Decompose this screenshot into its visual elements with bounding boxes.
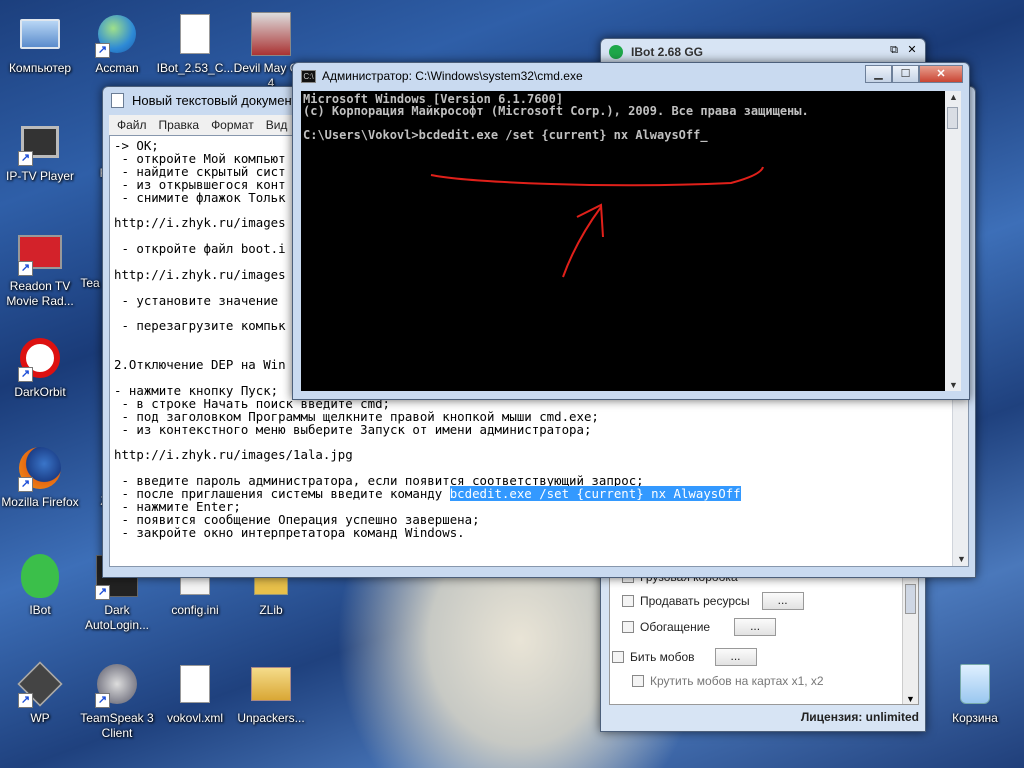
desktop-icon-monitor[interactable]: ↗ Readon TV Movie Rad... xyxy=(0,228,81,309)
ibot-option-label: Бить мобов xyxy=(630,650,695,664)
wp-icon: ↗ xyxy=(16,660,64,708)
text-line: - из контекстного меню выберите Запуск о… xyxy=(114,421,592,437)
cmd-scrollbar[interactable]: ▲ ▼ xyxy=(945,91,961,391)
prohibited-icon: ↗ xyxy=(16,334,64,382)
desktop-icon-document[interactable]: IBot_2.53_C... xyxy=(154,10,236,76)
desktop-icon-label: Accman xyxy=(95,61,139,75)
ibot-scrollbar[interactable]: ▼ xyxy=(902,576,918,704)
desktop-icon-label: IBot xyxy=(29,603,51,617)
menu-item[interactable]: Вид xyxy=(266,115,288,135)
menu-item[interactable]: Файл xyxy=(117,115,147,135)
menu-item[interactable]: Правка xyxy=(159,115,200,135)
desktop-icon-accman[interactable]: ↗ Accman xyxy=(76,10,158,76)
cmd-window[interactable]: C:\ Администратор: C:\Windows\system32\c… xyxy=(292,62,970,400)
ibot-app-icon xyxy=(609,45,623,59)
settings-button[interactable]: ... xyxy=(734,618,777,636)
license-value: unlimited xyxy=(865,710,919,724)
scroll-up-icon[interactable]: ▲ xyxy=(949,92,958,102)
shortcut-arrow-icon: ↗ xyxy=(18,151,33,166)
maximize-button[interactable]: ☐ xyxy=(892,65,919,83)
ibot-option-label: Продавать ресурсы xyxy=(640,594,750,608)
accman-icon: ↗ xyxy=(93,10,141,58)
firefox-icon: ↗ xyxy=(16,444,64,492)
shortcut-arrow-icon: ↗ xyxy=(18,693,33,708)
desktop-icon-label: Dark AutoLogin... xyxy=(84,603,150,632)
desktop-icon-firefox[interactable]: ↗ Mozilla Firefox xyxy=(0,444,81,510)
document-icon xyxy=(171,10,219,58)
ibot-option[interactable]: Бить мобов... xyxy=(612,648,757,666)
desktop-icon-label: config.ini xyxy=(171,603,219,617)
partial-icon-label: Tea xyxy=(80,276,100,290)
desktop-icon-prohibited[interactable]: ↗ DarkOrbit xyxy=(0,334,81,400)
ibot-close-button[interactable]: ✕ xyxy=(903,42,921,58)
monitor-icon: ↗ xyxy=(16,228,64,276)
text-line: http://i.zhyk.ru/images/1ala.jpg xyxy=(114,447,353,463)
desktop-icon-folder[interactable]: Unpackers... xyxy=(230,660,312,726)
desktop-icon-wp[interactable]: ↗ WP xyxy=(0,660,81,726)
text-line: - закройте окно интерпретатора команд Wi… xyxy=(114,524,465,540)
desktop-icon-teamspeak[interactable]: ↗ TeamSpeak 3 Client xyxy=(76,660,158,741)
ibot-option[interactable]: Продавать ресурсы... xyxy=(622,592,804,610)
minimize-button[interactable]: ▁ xyxy=(865,65,892,83)
license-bar: Лицензия: unlimited xyxy=(601,707,925,727)
ibot-panel: Грузовая коробкаПродавать ресурсы...Обог… xyxy=(609,570,919,705)
cmd-console[interactable]: Microsoft Windows [Version 6.1.7600] (c) … xyxy=(301,91,961,391)
ibot-option-label: Обогащение xyxy=(640,620,711,634)
desktop-icon-label: Mozilla Firefox xyxy=(1,495,79,509)
desktop-icon-label: IBot_2.53_C... xyxy=(156,61,234,75)
ibot-option-label: Крутить мобов на картах x1, x2 xyxy=(650,674,824,688)
shortcut-arrow-icon: ↗ xyxy=(18,367,33,382)
game-icon xyxy=(247,10,295,58)
desktop-icon-xml[interactable]: vokovl.xml xyxy=(154,660,236,726)
ibot-option[interactable]: Крутить мобов на картах x1, x2 xyxy=(632,674,824,688)
menu-item[interactable]: Формат xyxy=(211,115,254,135)
scroll-down-icon[interactable]: ▼ xyxy=(906,694,915,704)
checkbox[interactable] xyxy=(612,651,624,663)
computer-icon xyxy=(16,10,64,58)
shortcut-arrow-icon: ↗ xyxy=(95,693,110,708)
ibot-option[interactable]: Обогащение... xyxy=(622,618,777,636)
notepad-icon xyxy=(111,92,124,108)
cmd-title: Администратор: C:\Windows\system32\cmd.e… xyxy=(322,69,583,83)
recycle-bin-icon xyxy=(951,660,999,708)
desktop-icon-tv[interactable]: ↗ IP-TV Player xyxy=(0,118,81,184)
annotation-underline-arrow xyxy=(430,166,764,278)
folder-icon xyxy=(247,660,295,708)
shortcut-arrow-icon: ↗ xyxy=(18,261,33,276)
ibot-title: IBot 2.68 GG xyxy=(631,45,704,59)
desktop-icon-label: vokovl.xml xyxy=(166,711,223,725)
notepad-title: Новый текстовый документ.txt xyxy=(132,92,314,108)
checkbox[interactable] xyxy=(622,621,634,633)
desktop-icon-recycle-bin[interactable]: Корзина xyxy=(934,660,1016,726)
cmd-icon: C:\ xyxy=(301,69,316,83)
license-label: Лицензия: xyxy=(800,710,863,724)
desktop-icon-label: DarkOrbit xyxy=(14,385,66,399)
desktop-icon-label: Unpackers... xyxy=(237,711,305,725)
shortcut-arrow-icon: ↗ xyxy=(95,43,110,58)
desktop-icon-label: ZLib xyxy=(259,603,283,617)
settings-button[interactable]: ... xyxy=(714,648,757,666)
desktop-icon-label: Компьютер xyxy=(8,61,72,75)
selected-text[interactable]: bcdedit.exe /set {current} nx AlwaysOff xyxy=(449,486,741,502)
scroll-down-icon[interactable]: ▼ xyxy=(957,554,966,564)
desktop-icon-alien[interactable]: IBot xyxy=(0,552,81,618)
tv-icon: ↗ xyxy=(16,118,64,166)
scroll-down-icon[interactable]: ▼ xyxy=(949,380,958,390)
shortcut-arrow-icon: ↗ xyxy=(95,585,110,600)
desktop-icon-label: WP xyxy=(30,711,50,725)
shortcut-arrow-icon: ↗ xyxy=(18,477,33,492)
ibot-restore-button[interactable]: ⧉ xyxy=(885,42,903,58)
xml-icon xyxy=(171,660,219,708)
desktop-icon-label: IP-TV Player xyxy=(5,169,74,183)
desktop-icon-computer[interactable]: Компьютер xyxy=(0,10,81,76)
checkbox[interactable] xyxy=(632,675,644,687)
desktop-icon-label: Readon TV Movie Rad... xyxy=(6,279,74,308)
teamspeak-icon: ↗ xyxy=(93,660,141,708)
alien-icon xyxy=(16,552,64,600)
desktop-icon-label: TeamSpeak 3 Client xyxy=(80,711,154,740)
desktop-icon-label: Корзина xyxy=(952,711,998,725)
close-button[interactable]: ✕ xyxy=(919,65,963,83)
checkbox[interactable] xyxy=(622,595,634,607)
settings-button[interactable]: ... xyxy=(761,592,804,610)
